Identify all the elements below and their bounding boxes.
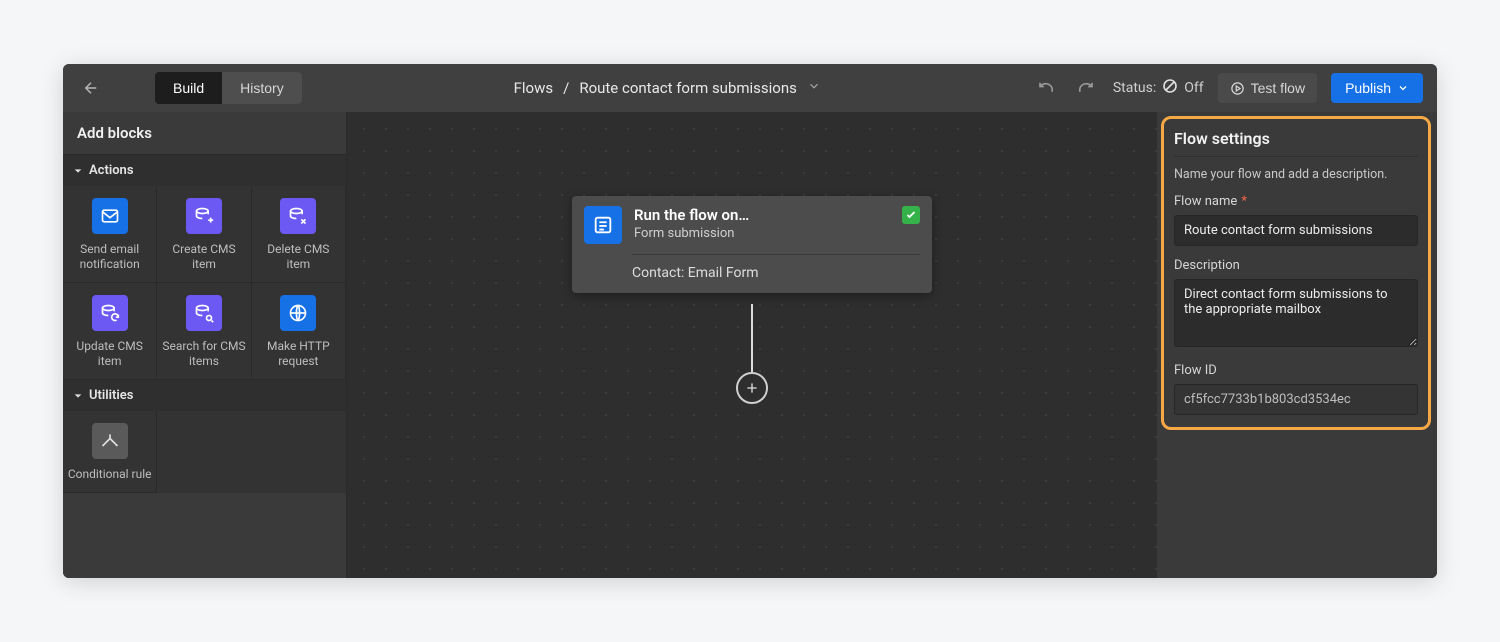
- db-search-icon: [186, 295, 222, 331]
- add-step-button[interactable]: [736, 372, 768, 404]
- body: Add blocks Actions Send email notificati…: [63, 112, 1437, 578]
- status-indicator: Status: Off: [1113, 78, 1204, 98]
- block-label: Update CMS item: [67, 339, 152, 369]
- tab-build[interactable]: Build: [155, 72, 222, 104]
- undo-button[interactable]: [1033, 75, 1059, 101]
- test-flow-label: Test flow: [1251, 80, 1305, 96]
- block-update-cms[interactable]: Update CMS item: [63, 283, 157, 380]
- block-label: Conditional rule: [68, 467, 152, 482]
- play-circle-icon: [1230, 81, 1245, 96]
- undo-icon: [1037, 79, 1055, 97]
- settings-description: Name your flow and add a description.: [1174, 167, 1418, 182]
- field-flow-name: Flow name *: [1174, 194, 1418, 246]
- block-label: Make HTTP request: [256, 339, 341, 369]
- off-icon: [1162, 78, 1178, 98]
- settings-panel: Flow settings Name your flow and add a d…: [1157, 112, 1437, 578]
- field-description: Description: [1174, 258, 1418, 351]
- db-x-icon: [280, 198, 316, 234]
- flow-id-value[interactable]: [1174, 384, 1418, 415]
- publish-label: Publish: [1345, 80, 1391, 96]
- chevron-down-icon: [1397, 82, 1409, 94]
- trigger-text: Run the flow on… Form submission: [634, 206, 890, 241]
- arrow-left-icon: [82, 79, 100, 97]
- caret-down-icon: [73, 166, 83, 176]
- block-search-cms[interactable]: Search for CMS items: [157, 283, 251, 380]
- plus-icon: [744, 380, 760, 396]
- block-label: Create CMS item: [161, 242, 246, 272]
- trigger-subtitle: Form submission: [634, 226, 890, 241]
- block-create-cms[interactable]: Create CMS item: [157, 186, 251, 283]
- back-button[interactable]: [77, 74, 105, 102]
- description-input[interactable]: [1174, 279, 1418, 347]
- form-icon: [584, 206, 622, 244]
- db-plus-icon: [186, 198, 222, 234]
- topbar-right: Status: Off Test flow Publish: [1033, 73, 1423, 103]
- redo-button[interactable]: [1073, 75, 1099, 101]
- trigger-title: Run the flow on…: [634, 206, 890, 224]
- sidebar: Add blocks Actions Send email notificati…: [63, 112, 347, 578]
- block-label: Send email notification: [67, 242, 152, 272]
- test-flow-button[interactable]: Test flow: [1218, 73, 1317, 103]
- settings-inner: Flow settings Name your flow and add a d…: [1161, 116, 1431, 430]
- check-icon: [902, 206, 920, 224]
- mail-icon: [92, 198, 128, 234]
- tab-group: Build History: [155, 72, 302, 104]
- trigger-card[interactable]: Run the flow on… Form submission Contact…: [572, 196, 932, 293]
- settings-title: Flow settings: [1174, 129, 1418, 157]
- breadcrumb-name: Route contact form submissions: [579, 79, 797, 97]
- caret-down-icon: [73, 391, 83, 401]
- trigger-top: Run the flow on… Form submission: [572, 196, 932, 254]
- section-actions-label: Actions: [89, 163, 134, 178]
- flow-name-input[interactable]: [1174, 215, 1418, 246]
- db-refresh-icon: [92, 295, 128, 331]
- publish-button[interactable]: Publish: [1331, 73, 1423, 103]
- breadcrumb-root: Flows: [514, 79, 554, 97]
- flow-id-label: Flow ID: [1174, 363, 1418, 378]
- block-conditional[interactable]: Conditional rule: [63, 411, 157, 493]
- chevron-down-icon: [807, 79, 821, 97]
- redo-icon: [1077, 79, 1095, 97]
- description-label: Description: [1174, 258, 1418, 273]
- section-actions[interactable]: Actions: [63, 155, 346, 186]
- tab-history[interactable]: History: [222, 72, 302, 104]
- field-flow-id: Flow ID: [1174, 363, 1418, 415]
- utilities-grid: Conditional rule: [63, 411, 346, 493]
- flow-name-label-text: Flow name: [1174, 194, 1237, 209]
- flow-name-label: Flow name *: [1174, 194, 1418, 209]
- status-label: Status:: [1113, 80, 1156, 96]
- topbar: Build History Flows / Route contact form…: [63, 64, 1437, 112]
- block-label: Search for CMS items: [161, 339, 246, 369]
- connector-line: [751, 304, 753, 376]
- trigger-detail: Contact: Email Form: [632, 254, 920, 293]
- block-delete-cms[interactable]: Delete CMS item: [252, 186, 346, 283]
- actions-grid: Send email notification Create CMS item …: [63, 186, 346, 380]
- section-utilities-label: Utilities: [89, 388, 133, 403]
- sidebar-title: Add blocks: [63, 112, 346, 155]
- globe-icon: [280, 295, 316, 331]
- required-indicator: *: [1241, 194, 1247, 209]
- app-window: Build History Flows / Route contact form…: [63, 64, 1437, 578]
- breadcrumb[interactable]: Flows / Route contact form submissions: [312, 79, 1023, 97]
- block-send-email[interactable]: Send email notification: [63, 186, 157, 283]
- canvas[interactable]: Run the flow on… Form submission Contact…: [347, 112, 1437, 578]
- block-http[interactable]: Make HTTP request: [252, 283, 346, 380]
- breadcrumb-sep: /: [563, 79, 569, 97]
- block-label: Delete CMS item: [256, 242, 341, 272]
- section-utilities[interactable]: Utilities: [63, 380, 346, 411]
- status-value: Off: [1184, 80, 1203, 96]
- branch-icon: [92, 423, 128, 459]
